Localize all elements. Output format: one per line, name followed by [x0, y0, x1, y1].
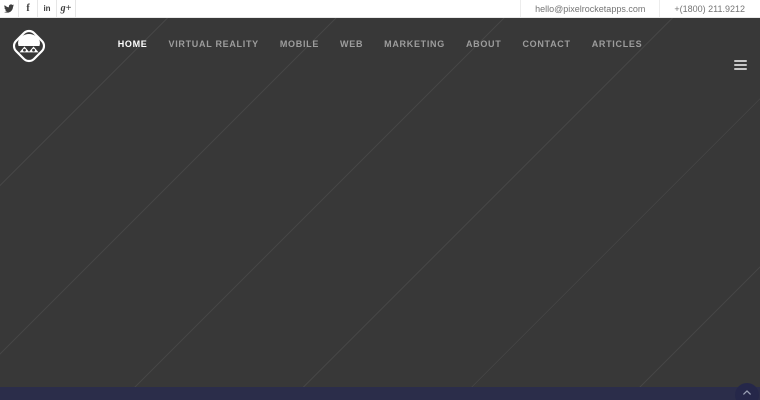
nav-item-marketing[interactable]: MARKETING — [384, 39, 445, 49]
nav-item-articles[interactable]: ARTICLES — [592, 39, 643, 49]
social-links: f in g+ — [0, 0, 76, 17]
main-nav: HOME VIRTUAL REALITY MOBILE WEB MARKETIN… — [118, 39, 643, 49]
topbar: f in g+ hello@pixelrocketapps.com +(1800… — [0, 0, 760, 18]
twitter-icon[interactable] — [0, 0, 19, 17]
scroll-top-button[interactable] — [735, 383, 759, 400]
navbar: HOME VIRTUAL REALITY MOBILE WEB MARKETIN… — [0, 18, 760, 76]
nav-item-mobile[interactable]: MOBILE — [280, 39, 319, 49]
hamburger-icon[interactable] — [734, 60, 747, 70]
footer-bar — [0, 387, 760, 400]
facebook-icon[interactable]: f — [19, 0, 38, 17]
email-link[interactable]: hello@pixelrocketapps.com — [520, 0, 659, 17]
nav-item-web[interactable]: WEB — [340, 39, 363, 49]
phone-link[interactable]: +(1800) 211.9212 — [659, 0, 760, 17]
nav-item-about[interactable]: ABOUT — [466, 39, 502, 49]
contact-info: hello@pixelrocketapps.com +(1800) 211.92… — [520, 0, 760, 17]
logo[interactable] — [9, 26, 49, 66]
page: f in g+ hello@pixelrocketapps.com +(1800… — [0, 0, 760, 400]
hero-section: HOME VIRTUAL REALITY MOBILE WEB MARKETIN… — [0, 18, 760, 387]
chevron-up-icon — [743, 390, 751, 395]
nav-item-home[interactable]: HOME — [118, 39, 148, 49]
nav-item-virtual-reality[interactable]: VIRTUAL REALITY — [169, 39, 259, 49]
linkedin-icon[interactable]: in — [38, 0, 57, 17]
google-plus-icon[interactable]: g+ — [57, 0, 76, 17]
pixel-rocket-diamond-icon — [9, 26, 49, 66]
nav-item-contact[interactable]: CONTACT — [522, 39, 570, 49]
